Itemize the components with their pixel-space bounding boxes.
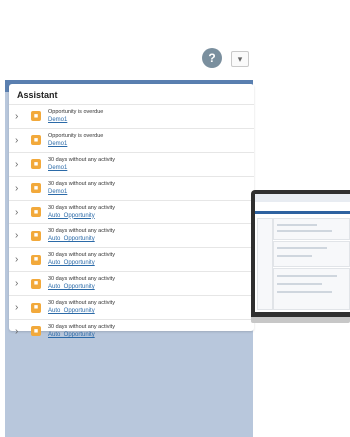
chevron-right-icon[interactable]: › [15, 326, 29, 337]
opportunity-icon: ■ [31, 159, 41, 170]
chevron-right-icon[interactable]: › [15, 159, 29, 170]
screen-text-line [277, 224, 317, 226]
laptop-screen [251, 190, 350, 317]
chevron-right-icon[interactable]: › [15, 254, 29, 265]
item-title: Opportunity is overdue [48, 108, 104, 115]
screen-nav [255, 211, 350, 214]
item-title: 30 days without any activity [48, 323, 115, 330]
item-link[interactable]: Auto_Opportunity [48, 235, 115, 243]
list-item[interactable]: › ■ 30 days without any activity Demo1 [9, 151, 254, 176]
screen-text-line [277, 230, 332, 232]
opportunity-icon: ■ [31, 326, 41, 337]
assistant-list: › ■ Opportunity is overdue Demo1 › ■ Opp… [9, 104, 254, 343]
list-item[interactable]: › ■ Opportunity is overdue Demo1 [9, 104, 254, 128]
item-link[interactable]: Demo1 [48, 140, 103, 148]
item-link[interactable]: Demo1 [48, 116, 103, 124]
item-link[interactable]: Auto_Opportunity [48, 307, 115, 315]
item-title: 30 days without any activity [48, 228, 115, 235]
item-link[interactable]: Auto_Opportunity [48, 283, 115, 291]
item-title: 30 days without any activity [48, 252, 115, 259]
item-title: 30 days without any activity [48, 276, 115, 283]
item-title: 30 days without any activity [48, 156, 115, 163]
chevron-right-icon[interactable]: › [15, 278, 29, 289]
laptop-image [251, 190, 350, 323]
screen-text-line [277, 275, 337, 277]
item-link[interactable]: Demo1 [48, 188, 115, 196]
list-item[interactable]: › ■ 30 days without any activity Demo1 [9, 175, 254, 200]
item-link[interactable]: Auto_Opportunity [48, 259, 115, 267]
chevron-right-icon[interactable]: › [15, 207, 29, 218]
item-link[interactable]: Auto_Opportunity [48, 331, 115, 339]
opportunity-icon: ■ [31, 302, 41, 313]
screen-text-line [277, 283, 322, 285]
screen-topbar [255, 194, 350, 202]
assistant-panel: Assistant › ■ Opportunity is overdue Dem… [9, 84, 254, 338]
assistant-title: Assistant [17, 90, 58, 100]
chevron-right-icon[interactable]: › [15, 183, 29, 194]
list-item[interactable]: › ■ 30 days without any activity Auto_Op… [9, 223, 254, 247]
chevron-right-icon[interactable]: › [15, 230, 29, 241]
opportunity-icon: ■ [31, 207, 41, 217]
chevron-right-icon[interactable]: › [15, 135, 29, 146]
item-title: Opportunity is overdue [48, 132, 104, 139]
screen-text-line [277, 255, 312, 257]
opportunity-icon: ■ [31, 183, 41, 194]
opportunity-icon: ■ [31, 111, 41, 122]
list-item[interactable]: › ■ 30 days without any activity Auto_Op… [9, 295, 254, 319]
item-link[interactable]: Auto_Opportunity [48, 212, 115, 220]
screen-text-line [277, 291, 332, 293]
screen-sidebar [257, 218, 273, 310]
chevron-down-icon[interactable]: ▾ [231, 51, 249, 67]
screen-content [255, 194, 350, 312]
opportunity-icon: ■ [31, 278, 41, 289]
screen-card [273, 218, 350, 240]
chevron-right-icon[interactable]: › [15, 111, 29, 122]
help-icon[interactable]: ? [202, 48, 222, 68]
opportunity-icon: ■ [31, 230, 41, 241]
laptop-base [251, 317, 350, 323]
item-title: 30 days without any activity [48, 300, 115, 307]
item-title: 30 days without any activity [48, 204, 115, 211]
list-item[interactable]: › ■ 30 days without any activity Auto_Op… [9, 319, 254, 343]
item-link[interactable]: Demo1 [48, 164, 115, 172]
screen-card [273, 241, 350, 267]
list-item[interactable]: › ■ 30 days without any activity Auto_Op… [9, 247, 254, 271]
opportunity-icon: ■ [31, 254, 41, 265]
opportunity-icon: ■ [31, 135, 41, 146]
list-item[interactable]: › ■ 30 days without any activity Auto_Op… [9, 199, 254, 224]
list-item[interactable]: › ■ 30 days without any activity Auto_Op… [9, 271, 254, 295]
screen-text-line [277, 247, 327, 249]
list-item[interactable]: › ■ Opportunity is overdue Demo1 [9, 127, 254, 152]
chevron-right-icon[interactable]: › [15, 302, 29, 313]
item-title: 30 days without any activity [48, 180, 115, 187]
